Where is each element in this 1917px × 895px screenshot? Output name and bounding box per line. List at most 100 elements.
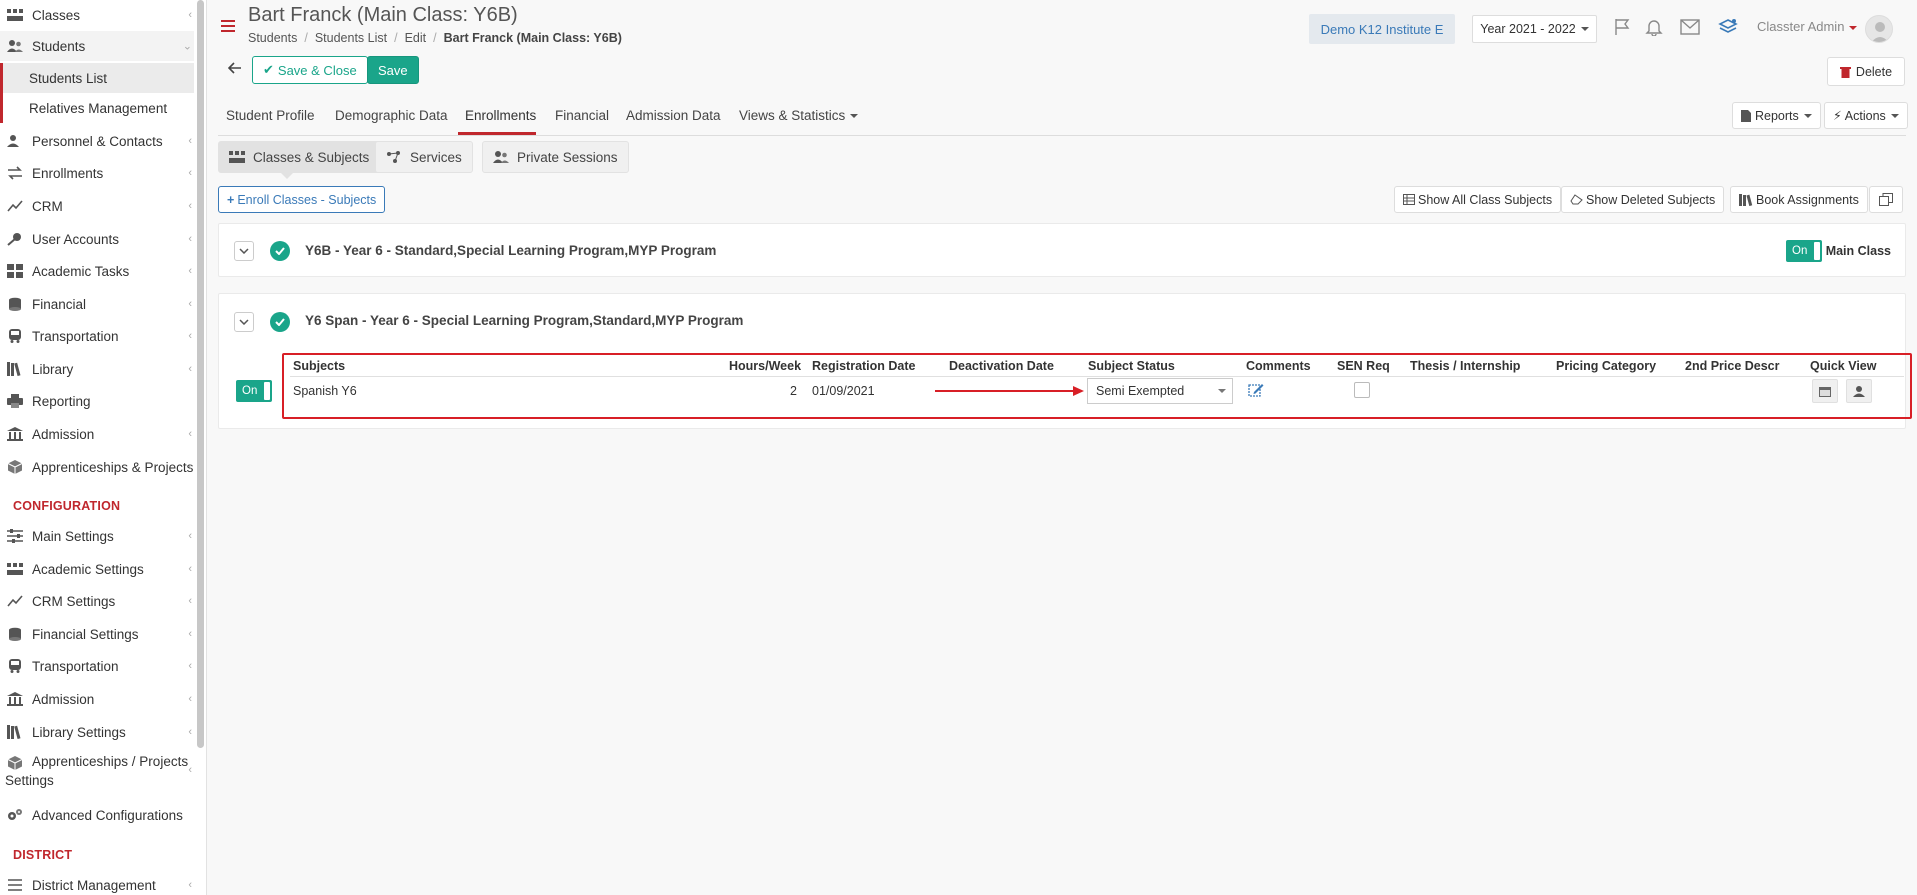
sidebar-item-academic-settings[interactable]: Academic Settings ‹ (0, 554, 194, 584)
cube-icon (6, 460, 24, 474)
coins-icon (6, 627, 24, 641)
chevron-left-icon: ‹ (188, 298, 192, 310)
year-select[interactable]: Year 2021 - 2022 (1472, 15, 1597, 43)
sidebar-item-apprenticeships[interactable]: Apprenticeships & Projects ‹ (0, 452, 194, 482)
bell-icon[interactable] (1643, 17, 1665, 37)
sidebar-item-library-settings[interactable]: Library Settings ‹ (0, 717, 194, 747)
breadcrumb-edit[interactable]: Edit (405, 31, 427, 45)
breadcrumb-separator: / (304, 31, 308, 45)
mail-icon[interactable] (1679, 17, 1701, 37)
sidebar-item-academic-tasks[interactable]: Academic Tasks ‹ (0, 256, 194, 286)
chevron-down-icon (239, 248, 249, 254)
sidebar-item-label-line2: Settings (5, 773, 54, 788)
tab-admission-data[interactable]: Admission Data (626, 108, 721, 123)
hamburger-menu-icon[interactable] (221, 20, 235, 35)
col-comments: Comments (1246, 359, 1311, 373)
save-button[interactable]: Save (367, 56, 419, 84)
show-deleted-subjects-button[interactable]: Show Deleted Subjects (1561, 186, 1725, 213)
classes-icon (6, 8, 24, 22)
sidebar-item-reporting[interactable]: Reporting (0, 386, 194, 416)
sidebar-subitem-relatives-management[interactable]: Relatives Management (0, 93, 194, 123)
sidebar-item-crm[interactable]: CRM ‹ (0, 191, 194, 221)
user-menu[interactable]: Classter Admin (1757, 19, 1858, 34)
sidebar-item-students[interactable]: Students ⌄ (0, 31, 194, 61)
subject-status-select[interactable]: Semi Exempted (1087, 378, 1233, 404)
sidebar-item-user-accounts[interactable]: User Accounts ‹ (0, 224, 194, 254)
breadcrumb-students[interactable]: Students (248, 31, 297, 45)
save-close-button[interactable]: ✔ Save & Close (252, 56, 368, 84)
sidebar-item-crm-settings[interactable]: CRM Settings ‹ (0, 586, 194, 616)
tab-enrollments[interactable]: Enrollments (465, 108, 536, 123)
layers-icon[interactable] (1717, 17, 1739, 37)
sidebar-item-library[interactable]: Library ‹ (0, 354, 194, 384)
chevron-left-icon: ‹ (188, 330, 192, 342)
show-all-class-subjects-button[interactable]: Show All Class Subjects (1394, 186, 1562, 213)
breadcrumb-separator: / (433, 31, 437, 45)
col-quick-view: Quick View (1810, 359, 1877, 373)
subject-toggle[interactable]: On (236, 380, 272, 402)
sidebar-item-transportation[interactable]: Transportation ‹ (0, 321, 194, 351)
sidebar-item-admission[interactable]: Admission ‹ (0, 419, 194, 449)
breadcrumb-students-list[interactable]: Students List (315, 31, 387, 45)
crm-icon (6, 594, 24, 608)
chevron-left-icon: ‹ (188, 764, 192, 776)
sidebar-item-personnel[interactable]: Personnel & Contacts ‹ (0, 126, 194, 156)
chevron-left-icon: ‹ (188, 233, 192, 245)
sidebar-item-label: Advanced Configurations (32, 807, 183, 823)
delete-button[interactable]: Delete (1827, 57, 1905, 86)
sidebar-item-main-settings[interactable]: Main Settings ‹ (0, 521, 194, 551)
sidebar-item-enrollments[interactable]: Enrollments ‹ (0, 158, 194, 188)
sliders-icon (6, 529, 24, 543)
copy-layout-button[interactable] (1869, 186, 1903, 213)
tab-student-profile[interactable]: Student Profile (226, 108, 315, 123)
flag-icon[interactable] (1611, 17, 1633, 37)
edit-comment-icon[interactable] (1248, 382, 1264, 401)
page-title: Bart Franck (Main Class: Y6B) (248, 4, 518, 26)
tab-views-statistics[interactable]: Views & Statistics (739, 108, 859, 123)
sidebar-item-label: Financial (32, 296, 87, 312)
subtab-pointer (281, 173, 293, 179)
quick-view-user-button[interactable] (1846, 379, 1872, 403)
sen-req-checkbox[interactable] (1354, 382, 1370, 398)
main-class-toggle[interactable]: On (1786, 240, 1822, 262)
subject-status-value: Semi Exempted (1096, 384, 1185, 398)
classes-icon (6, 562, 24, 576)
sidebar-item-admission-settings[interactable]: Admission ‹ (0, 684, 194, 714)
tab-financial[interactable]: Financial (555, 108, 609, 123)
button-label: Book Assignments (1756, 192, 1859, 207)
sidebar-item-label: Classes (32, 7, 81, 23)
sidebar-item-label: Reporting (32, 393, 91, 409)
subtab-label: Private Sessions (517, 149, 618, 165)
chevron-down-icon (239, 319, 249, 325)
sidebar-item-transportation-settings[interactable]: Transportation ‹ (0, 651, 194, 681)
book-assignments-button[interactable]: Book Assignments (1730, 186, 1868, 213)
books-icon (6, 725, 24, 739)
sidebar-item-financial[interactable]: Financial ‹ (0, 289, 194, 319)
sidebar-item-district-management[interactable]: District Management ‹ (0, 870, 194, 895)
subtab-services[interactable]: Services (375, 141, 473, 173)
caret-down-icon (1890, 113, 1899, 118)
district-heading: DISTRICT (13, 848, 73, 862)
collapse-toggle[interactable] (234, 312, 254, 332)
institute-button[interactable]: Demo K12 Institute E (1309, 14, 1455, 44)
back-arrow-icon[interactable] (227, 61, 242, 79)
sidebar-item-advanced-configurations[interactable]: Advanced Configurations (0, 800, 194, 830)
reports-button[interactable]: Reports (1732, 102, 1821, 129)
sidebar-item-label: Library (32, 361, 74, 377)
bus-icon (6, 659, 24, 673)
sidebar-item-financial-settings[interactable]: Financial Settings ‹ (0, 619, 194, 649)
sidebar-item-apprenticeships-settings[interactable]: Apprenticeships / Projects Settings ‹ (0, 749, 194, 791)
subtab-private-sessions[interactable]: Private Sessions (482, 141, 629, 173)
quick-view-calendar-button[interactable] (1812, 379, 1838, 403)
sidebar-scrollbar[interactable] (197, 0, 204, 748)
collapse-toggle[interactable] (234, 241, 254, 261)
tab-demographic-data[interactable]: Demographic Data (335, 108, 448, 123)
enroll-classes-subjects-button[interactable]: + Enroll Classes - Subjects (218, 186, 386, 213)
sidebar-item-classes[interactable]: Classes ‹ (0, 0, 194, 30)
actions-button[interactable]: ⚡ Actions (1824, 102, 1908, 129)
subtab-classes-subjects[interactable]: Classes & Subjects (218, 141, 381, 173)
col-sen-req: SEN Req (1337, 359, 1390, 373)
caret-down-icon (1803, 113, 1812, 118)
avatar[interactable] (1865, 15, 1893, 43)
sidebar-subitem-students-list[interactable]: Students List (0, 63, 194, 93)
